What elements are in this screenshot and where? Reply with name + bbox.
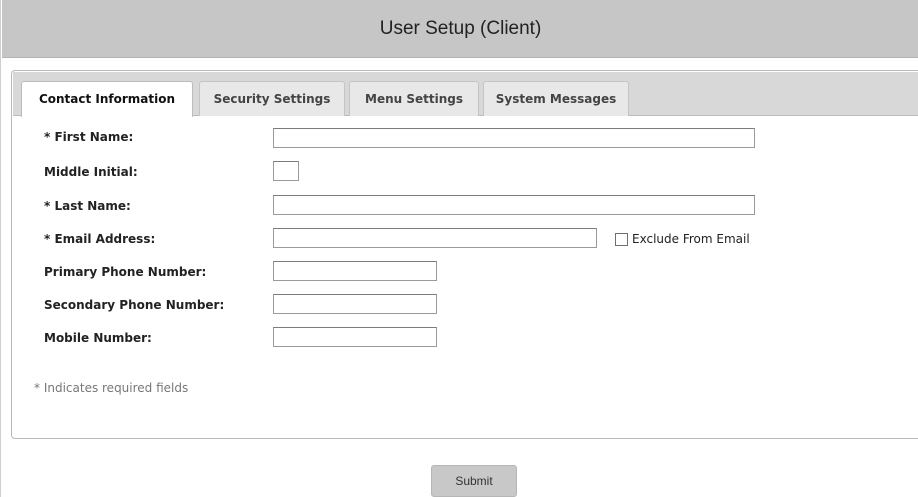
first-name-label: * First Name: <box>44 130 134 144</box>
mobile-number-label: Mobile Number: <box>44 331 152 345</box>
exclude-from-email-checkbox[interactable]: Exclude From Email <box>615 231 750 247</box>
last-name-input[interactable] <box>273 195 755 215</box>
contact-form-panel: Contact Information Security Settings Me… <box>11 70 918 439</box>
first-name-input[interactable] <box>273 128 755 148</box>
primary-phone-input[interactable] <box>273 261 437 281</box>
mobile-number-input[interactable] <box>273 327 437 347</box>
tab-menu-settings[interactable]: Menu Settings <box>349 81 479 116</box>
primary-phone-label: Primary Phone Number: <box>44 265 207 279</box>
required-fields-note: * Indicates required fields <box>34 381 189 395</box>
middle-initial-input[interactable] <box>273 161 299 181</box>
page-title: User Setup (Client) <box>2 0 918 58</box>
tab-contact-information[interactable]: Contact Information <box>21 81 193 117</box>
tab-security-settings[interactable]: Security Settings <box>199 81 345 116</box>
email-address-label: * Email Address: <box>44 232 156 246</box>
checkbox-icon[interactable] <box>615 232 628 246</box>
last-name-label: * Last Name: <box>44 199 131 213</box>
email-address-input[interactable] <box>273 228 597 248</box>
secondary-phone-label: Secondary Phone Number: <box>44 298 225 312</box>
exclude-from-email-label: Exclude From Email <box>632 232 750 246</box>
tab-system-messages[interactable]: System Messages <box>483 81 629 116</box>
tab-bar: Contact Information Security Settings Me… <box>13 72 918 117</box>
user-setup-page: User Setup (Client) Contact Information … <box>0 0 918 497</box>
submit-button[interactable]: Submit <box>431 465 517 497</box>
middle-initial-label: Middle Initial: <box>44 165 138 179</box>
secondary-phone-input[interactable] <box>273 294 437 314</box>
